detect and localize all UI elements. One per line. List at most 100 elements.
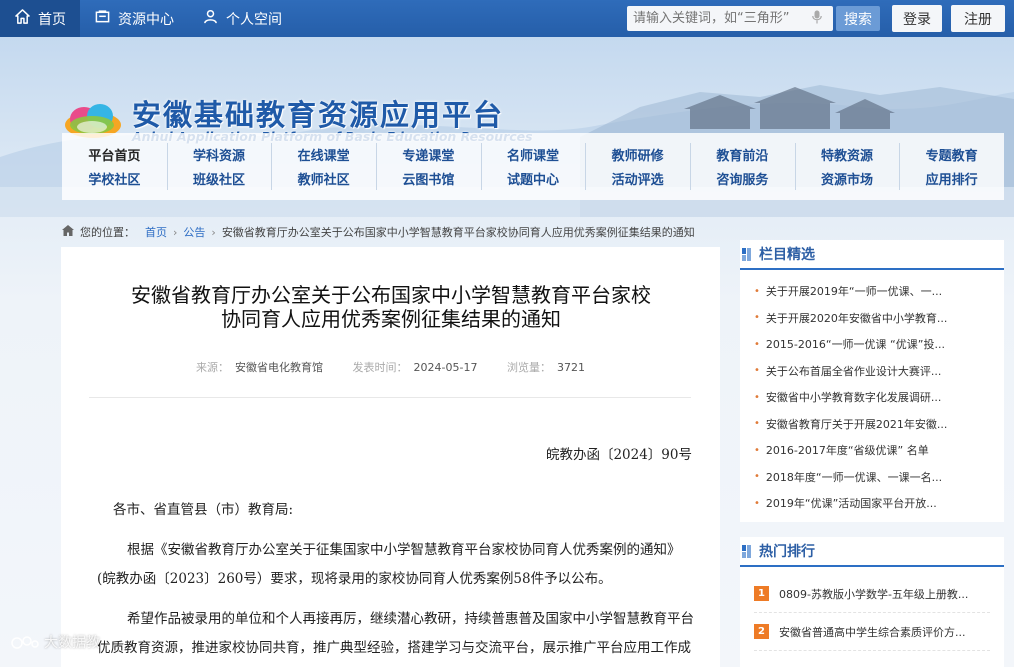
article-panel: 安徽省教育厅办公室关于公布国家中小学智慧教育平台家校 协同育人应用优秀案例征集结… [61,247,720,667]
paragraph-1-line2: (皖教办函〔2023〕260号）要求，现将录用的家校协同育人优秀案例58件予以公… [97,571,612,587]
search-input[interactable] [627,6,807,31]
nav-separator [480,143,482,190]
article-title-line1: 安徽省教育厅办公室关于公布国家中小学智慧教育平台家校 [131,283,651,307]
watermark-logo-icon [11,636,39,649]
location-home-icon [62,225,74,239]
mainnav-item[interactable]: 在线课堂 [271,143,376,167]
column-list-item[interactable]: • 2016-2017年度“省级优课” 名单 [754,437,1004,464]
hot-ranking-title: 热门排行 [759,544,815,560]
hot-list-item[interactable]: 2 安徽省普通高中学生综合素质评价方... [754,613,990,651]
bullet-icon: • [754,444,760,456]
column-list-item-label: 2019年“优课”活动国家平台开放... [765,497,937,511]
column-list-item[interactable]: • 关于开展2020年安徽省中小学教育... [754,305,1004,332]
bullet-icon: • [754,312,760,324]
column-list-item-label: 安徽省教育厅关于开展2021年安徽... [765,417,948,431]
breadcrumb-current: 安徽省教育厅办公室关于公布国家中小学智慧教育平台家校协同育人应用优秀案例征集结果… [221,226,695,239]
column-list-item[interactable]: • 安徽省中小学教育数字化发展调研... [754,384,1004,411]
bullet-icon: • [754,365,760,377]
chevron-right-icon: › [173,225,178,239]
mainnav-item[interactable]: 资源市场 [795,167,900,191]
views-value: 3721 [556,361,585,374]
mainnav-item[interactable]: 云图书馆 [376,167,481,191]
topnav-resource-label: 资源中心 [118,11,174,28]
nav-separator [794,143,796,190]
hot-list-item[interactable]: 1 0809-苏教版小学数学-五年级上册教... [754,575,990,613]
article-title-line2: 协同育人应用优秀案例征集结果的通知 [221,307,561,331]
column-list-item-label: 2015-2016“一师一优课 “优课”投... [765,338,945,352]
article-title: 安徽省教育厅办公室关于公布国家中小学智慧教育平台家校 协同育人应用优秀案例征集结… [81,283,701,331]
watermark: 大数据教 [10,632,100,652]
mainnav-item[interactable]: 班级社区 [167,167,272,191]
column-list-item-label: 安徽省中小学教育数字化发展调研... [765,391,942,405]
mainnav-item[interactable]: 应用排行 [899,167,1004,191]
column-list-item[interactable]: • 关于公布首届全省作业设计大赛评... [754,358,1004,385]
featured-columns-list: • 关于开展2019年“一师一优课、一... • 关于开展2020年安徽省中小学教育.… [740,270,1004,517]
column-list-item[interactable]: • 安徽省教育厅关于开展2021年安徽... [754,411,1004,438]
mainnav-item[interactable]: 咨询服务 [690,167,795,191]
topnav-home[interactable]: 首页 [0,0,80,37]
rank-badge: 1 [754,586,769,601]
top-bar: 首页 资源中心 个人空间 搜索 登录 注册 [0,0,1014,37]
bullet-icon: • [754,285,760,297]
watermark-text: 大数据教 [44,635,100,651]
paragraph-2-line2: 优质教育资源，推进家校协同共育，推广典型经验，搭建学习与交流平台，展示推广平台应… [97,640,691,656]
hot-list-item-label: 0809-苏教版小学数学-五年级上册教... [779,587,969,601]
breadcrumb-section-link[interactable]: 公告 [183,224,205,240]
salutation: 各市、省直管县（市）教育局: [113,502,294,518]
column-list-item-label: 2018年度“一师一优课、一课一名... [765,470,943,484]
time-label: 发表时间： [352,361,408,374]
mainnav-item[interactable]: 学校社区 [62,167,167,191]
featured-columns-header: 栏目精选 [740,240,1004,270]
resource-icon [94,9,110,28]
chevron-right-icon: › [211,225,216,239]
hot-list-item-label: 安徽省普通高中学生综合素质评价方... [779,625,966,639]
column-list-item[interactable]: • 关于开展2019年“一师一优课、一... [754,278,1004,305]
featured-columns-title: 栏目精选 [759,247,815,263]
top-nav: 首页 资源中心 个人空间 [0,0,296,37]
mainnav-item[interactable]: 专题教育 [899,143,1004,167]
mainnav-item[interactable]: 教师社区 [271,167,376,191]
hot-ranking-panel: 热门排行 1 0809-苏教版小学数学-五年级上册教... 2 安徽省普通高中学生综合… [740,537,1004,667]
bullet-icon: • [754,497,760,509]
search-box [627,6,833,31]
main-nav: 平台首页 学科资源 在线课堂 专递课堂 名师课堂 教师研修 教育前沿 特教资源 专题教育学校社区… [62,133,1004,200]
column-list-item[interactable]: • 2019年“优课”活动国家平台开放... [754,490,1004,517]
bullet-icon: • [754,338,760,350]
nav-separator [899,143,901,190]
microphone-icon[interactable] [807,10,827,28]
login-button[interactable]: 登录 [892,5,942,32]
topnav-personal-label: 个人空间 [226,11,282,28]
paragraph-1-line1: 根据《安徽省教育厅办公室关于征集国家中小学智慧教育平台家校协同育人优秀案例的通知… [127,542,681,558]
search-button[interactable]: 搜索 [836,6,880,31]
mainnav-item[interactable]: 特教资源 [795,143,900,167]
time-value: 2024-05-17 [413,361,478,374]
mainnav-item[interactable]: 试题中心 [481,167,586,191]
column-list-item[interactable]: • 2018年度“一师一优课、一课一名... [754,464,1004,491]
topnav-resource-center[interactable]: 资源中心 [80,0,188,37]
mainnav-item[interactable]: 名师课堂 [481,143,586,167]
mainnav-item[interactable]: 教师研修 [585,143,690,167]
mainnav-item[interactable]: 专递课堂 [376,143,481,167]
document-number: 皖教办函〔2024〕90号 [545,447,692,463]
register-button[interactable]: 注册 [951,5,1005,32]
article-meta: 来源： 安徽省电化教育馆 发表时间： 2024-05-17 浏览量： 3721 [61,359,720,375]
hot-ranking-header: 热门排行 [740,537,1004,567]
nav-separator [585,143,587,190]
mainnav-item[interactable]: 平台首页 [62,143,167,167]
bullet-icon: • [754,418,760,430]
column-list-item-label: 关于开展2019年“一师一优课、一... [765,285,943,299]
mainnav-item[interactable]: 学科资源 [167,143,272,167]
hot-ranking-list: 1 0809-苏教版小学数学-五年级上册教... 2 安徽省普通高中学生综合素质评价方… [740,567,1004,651]
mainnav-item[interactable]: 教育前沿 [690,143,795,167]
featured-columns-panel: 栏目精选 • 关于开展2019年“一师一优课、一... • 关于开展2020年安徽省中… [740,240,1004,522]
column-list-item-label: 关于开展2020年安徽省中小学教育... [765,311,948,325]
breadcrumb-label: 您的位置： [80,226,135,239]
user-icon [202,9,218,28]
mainnav-item[interactable]: 活动评选 [585,167,690,191]
nav-separator [690,143,691,190]
breadcrumb-home-link[interactable]: 首页 [145,224,167,240]
column-list-item-label: 关于公布首届全省作业设计大赛评... [765,364,942,378]
topnav-personal-space[interactable]: 个人空间 [188,0,296,37]
column-list-item[interactable]: • 2015-2016“一师一优课 “优课”投... [754,331,1004,358]
nav-separator [376,143,377,190]
